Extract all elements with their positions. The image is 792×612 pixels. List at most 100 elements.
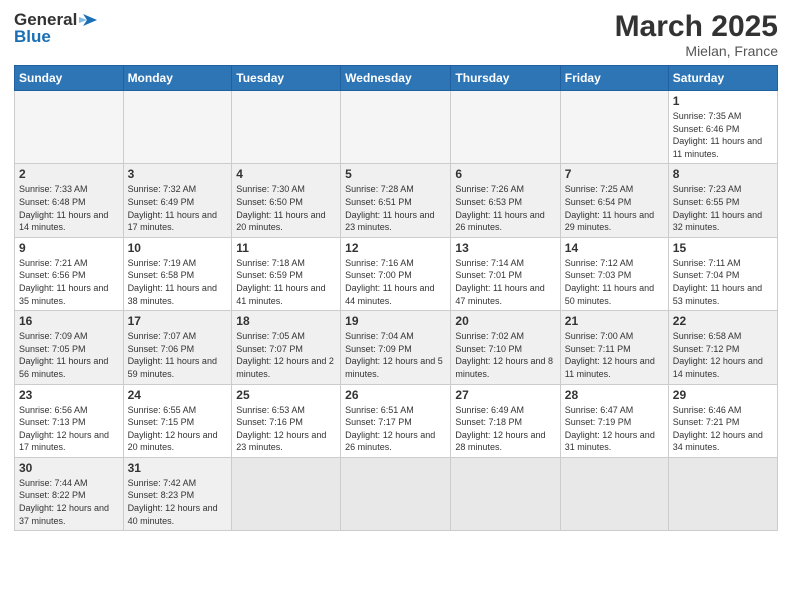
calendar-week-row: 9 Sunrise: 7:21 AM Sunset: 6:56 PM Daylig…	[15, 237, 778, 310]
col-monday: Monday	[123, 66, 232, 91]
table-row: 9 Sunrise: 7:21 AM Sunset: 6:56 PM Daylig…	[15, 237, 124, 310]
day-number: 10	[128, 241, 228, 255]
table-row: 11 Sunrise: 7:18 AM Sunset: 6:59 PM Dayli…	[232, 237, 341, 310]
day-info: Sunrise: 6:51 AM Sunset: 7:17 PM Dayligh…	[345, 404, 446, 454]
day-info: Sunrise: 7:32 AM Sunset: 6:49 PM Dayligh…	[128, 183, 228, 233]
day-number: 3	[128, 167, 228, 181]
day-info: Sunrise: 7:12 AM Sunset: 7:03 PM Dayligh…	[565, 257, 664, 307]
table-row: 17Sunrise: 7:07 AM Sunset: 7:06 PM Dayli…	[123, 311, 232, 384]
day-number: 26	[345, 388, 446, 402]
table-row: 4 Sunrise: 7:30 AM Sunset: 6:50 PM Daylig…	[232, 164, 341, 237]
table-row: 20Sunrise: 7:02 AM Sunset: 7:10 PM Dayli…	[451, 311, 560, 384]
table-row: 16Sunrise: 7:09 AM Sunset: 7:05 PM Dayli…	[15, 311, 124, 384]
day-info: Sunrise: 7:26 AM Sunset: 6:53 PM Dayligh…	[455, 183, 555, 233]
day-info: Sunrise: 7:05 AM Sunset: 7:07 PM Dayligh…	[236, 330, 336, 380]
table-row: 21 Sunrise: 7:00 AM Sunset: 7:11 PM Dayli…	[560, 311, 668, 384]
day-info: Sunrise: 7:35 AM Sunset: 6:46 PM Dayligh…	[673, 110, 773, 160]
day-number: 2	[19, 167, 119, 181]
col-thursday: Thursday	[451, 66, 560, 91]
day-number: 30	[19, 461, 119, 475]
logo-blue-text: Blue	[14, 28, 101, 47]
title-block: March 2025 Mielan, France	[615, 10, 778, 59]
day-info: Sunrise: 6:56 AM Sunset: 7:13 PM Dayligh…	[19, 404, 119, 454]
header: General Blue March 2025 Mielan, France	[14, 10, 778, 59]
day-number: 11	[236, 241, 336, 255]
table-row: 28Sunrise: 6:47 AM Sunset: 7:19 PM Dayli…	[560, 384, 668, 457]
day-info: Sunrise: 7:04 AM Sunset: 7:09 PM Dayligh…	[345, 330, 446, 380]
calendar-week-row: 30 Sunrise: 7:44 AM Sunset: 8:22 PM Dayli…	[15, 457, 778, 530]
day-info: Sunrise: 7:30 AM Sunset: 6:50 PM Dayligh…	[236, 183, 336, 233]
day-info: Sunrise: 7:14 AM Sunset: 7:01 PM Dayligh…	[455, 257, 555, 307]
table-row	[232, 91, 341, 164]
table-row	[232, 457, 341, 530]
table-row: 2 Sunrise: 7:33 AM Sunset: 6:48 PM Daylig…	[15, 164, 124, 237]
day-number: 4	[236, 167, 336, 181]
day-info: Sunrise: 7:00 AM Sunset: 7:11 PM Dayligh…	[565, 330, 664, 380]
table-row: 1Sunrise: 7:35 AM Sunset: 6:46 PM Daylig…	[668, 91, 777, 164]
col-sunday: Sunday	[15, 66, 124, 91]
day-info: Sunrise: 7:07 AM Sunset: 7:06 PM Dayligh…	[128, 330, 228, 380]
day-number: 8	[673, 167, 773, 181]
day-info: Sunrise: 7:25 AM Sunset: 6:54 PM Dayligh…	[565, 183, 664, 233]
table-row: 30 Sunrise: 7:44 AM Sunset: 8:22 PM Dayli…	[15, 457, 124, 530]
day-number: 19	[345, 314, 446, 328]
table-row: 27Sunrise: 6:49 AM Sunset: 7:18 PM Dayli…	[451, 384, 560, 457]
col-tuesday: Tuesday	[232, 66, 341, 91]
day-number: 16	[19, 314, 119, 328]
logo: General Blue	[14, 10, 101, 47]
day-number: 29	[673, 388, 773, 402]
day-info: Sunrise: 6:53 AM Sunset: 7:16 PM Dayligh…	[236, 404, 336, 454]
table-row: 12Sunrise: 7:16 AM Sunset: 7:00 PM Dayli…	[341, 237, 451, 310]
table-row: 25 Sunrise: 6:53 AM Sunset: 7:16 PM Dayli…	[232, 384, 341, 457]
table-row: 18 Sunrise: 7:05 AM Sunset: 7:07 PM Dayli…	[232, 311, 341, 384]
location: Mielan, France	[615, 43, 778, 59]
day-info: Sunrise: 7:21 AM Sunset: 6:56 PM Dayligh…	[19, 257, 119, 307]
day-number: 28	[565, 388, 664, 402]
col-wednesday: Wednesday	[341, 66, 451, 91]
day-number: 6	[455, 167, 555, 181]
day-number: 25	[236, 388, 336, 402]
day-number: 27	[455, 388, 555, 402]
day-number: 24	[128, 388, 228, 402]
calendar-table: Sunday Monday Tuesday Wednesday Thursday…	[14, 65, 778, 531]
day-number: 22	[673, 314, 773, 328]
day-info: Sunrise: 7:18 AM Sunset: 6:59 PM Dayligh…	[236, 257, 336, 307]
day-number: 31	[128, 461, 228, 475]
table-row: 31 Sunrise: 7:42 AM Sunset: 8:23 PM Dayli…	[123, 457, 232, 530]
day-info: Sunrise: 7:02 AM Sunset: 7:10 PM Dayligh…	[455, 330, 555, 380]
day-number: 21	[565, 314, 664, 328]
day-info: Sunrise: 7:42 AM Sunset: 8:23 PM Dayligh…	[128, 477, 228, 527]
table-row: 24 Sunrise: 6:55 AM Sunset: 7:15 PM Dayli…	[123, 384, 232, 457]
table-row	[341, 457, 451, 530]
calendar-page: General Blue March 2025 Mielan, France S…	[0, 0, 792, 612]
day-info: Sunrise: 7:44 AM Sunset: 8:22 PM Dayligh…	[19, 477, 119, 527]
table-row	[341, 91, 451, 164]
table-row	[668, 457, 777, 530]
calendar-week-row: 2 Sunrise: 7:33 AM Sunset: 6:48 PM Daylig…	[15, 164, 778, 237]
table-row: 19 Sunrise: 7:04 AM Sunset: 7:09 PM Dayli…	[341, 311, 451, 384]
day-info: Sunrise: 6:46 AM Sunset: 7:21 PM Dayligh…	[673, 404, 773, 454]
table-row: 23 Sunrise: 6:56 AM Sunset: 7:13 PM Dayli…	[15, 384, 124, 457]
day-info: Sunrise: 7:19 AM Sunset: 6:58 PM Dayligh…	[128, 257, 228, 307]
calendar-week-row: 1Sunrise: 7:35 AM Sunset: 6:46 PM Daylig…	[15, 91, 778, 164]
logo-bird-icon	[79, 10, 101, 30]
day-number: 23	[19, 388, 119, 402]
table-row: 10 Sunrise: 7:19 AM Sunset: 6:58 PM Dayli…	[123, 237, 232, 310]
table-row	[123, 91, 232, 164]
table-row: 29 Sunrise: 6:46 AM Sunset: 7:21 PM Dayli…	[668, 384, 777, 457]
day-number: 15	[673, 241, 773, 255]
day-number: 9	[19, 241, 119, 255]
day-info: Sunrise: 7:33 AM Sunset: 6:48 PM Dayligh…	[19, 183, 119, 233]
table-row: 3 Sunrise: 7:32 AM Sunset: 6:49 PM Daylig…	[123, 164, 232, 237]
table-row: 5Sunrise: 7:28 AM Sunset: 6:51 PM Daylig…	[341, 164, 451, 237]
table-row: 6 Sunrise: 7:26 AM Sunset: 6:53 PM Daylig…	[451, 164, 560, 237]
day-number: 18	[236, 314, 336, 328]
table-row	[560, 457, 668, 530]
table-row: 22Sunrise: 6:58 AM Sunset: 7:12 PM Dayli…	[668, 311, 777, 384]
table-row: 14 Sunrise: 7:12 AM Sunset: 7:03 PM Dayli…	[560, 237, 668, 310]
table-row	[451, 457, 560, 530]
table-row: 8Sunrise: 7:23 AM Sunset: 6:55 PM Daylig…	[668, 164, 777, 237]
day-number: 7	[565, 167, 664, 181]
day-info: Sunrise: 6:55 AM Sunset: 7:15 PM Dayligh…	[128, 404, 228, 454]
day-number: 14	[565, 241, 664, 255]
